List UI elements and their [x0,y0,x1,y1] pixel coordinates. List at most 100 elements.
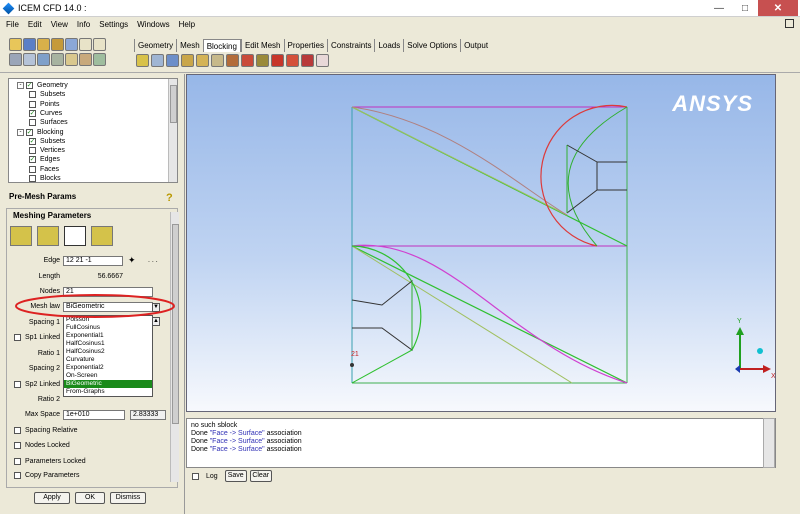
scale-sizes-icon[interactable] [37,226,59,246]
tree-checkbox[interactable] [29,91,36,99]
delete-block-icon[interactable] [316,54,329,67]
tab-solve-options[interactable]: Solve Options [403,39,460,52]
tab-output[interactable]: Output [460,39,491,52]
mesh-law-option[interactable]: Poisson [64,316,152,324]
log-checkbox[interactable] [192,472,199,480]
mesh-law-option[interactable]: Curvature [64,356,152,364]
mesh-law-option[interactable]: Exponential1 [64,332,152,340]
tree-item[interactable]: Subsets [29,90,65,99]
mesh-law-combo[interactable]: BiGeometric [63,302,153,312]
tree-item[interactable]: ✓ Curves [29,109,62,118]
mesh-law-option[interactable]: From-Graphs [64,388,152,396]
merge-vertices-icon[interactable] [166,54,179,67]
menu-edit[interactable]: Edit [28,20,42,29]
tree-item[interactable]: Vertices [29,146,65,155]
mesh-law-option[interactable]: HalfCosinus2 [64,348,152,356]
clear-log-button[interactable]: Clear [249,470,272,482]
mesh-law-option[interactable]: Exponential2 [64,364,152,372]
transform-blocks-icon[interactable] [226,54,239,67]
close-icon[interactable]: ✕ [758,0,798,16]
parameters-locked-checkbox[interactable]: Parameters Locked [14,458,86,465]
fit-window-icon[interactable] [9,53,22,66]
open-geometry-icon[interactable] [37,38,50,51]
sp2-linked-checkbox[interactable]: Sp2 Linked [14,381,60,388]
tab-geometry[interactable]: Geometry [134,39,176,52]
tree-expander-icon[interactable]: - [17,128,24,136]
mesh-law-option[interactable]: FullCosinus [64,324,152,332]
tab-edit-mesh[interactable]: Edit Mesh [240,39,284,52]
split-block-icon[interactable] [151,54,164,67]
tab-mesh[interactable]: Mesh [176,39,203,52]
tab-loads[interactable]: Loads [374,39,403,52]
create-block-icon[interactable] [136,54,149,67]
maximize-icon[interactable]: □ [732,0,758,16]
tree-item[interactable]: ✓ Edges [29,155,60,164]
tree-checkbox[interactable] [29,165,36,173]
save-log-button[interactable]: Save [224,470,247,482]
tree-checkbox[interactable]: ✓ [26,82,33,89]
mesh-law-option[interactable]: BiGeometric [64,380,152,388]
dismiss-button[interactable]: Dismiss [110,492,146,504]
mesh-law-option[interactable]: On-Screen [64,372,152,380]
tree-item[interactable]: Blocks [29,174,61,182]
tree-item[interactable]: Faces [29,165,59,174]
tree-checkbox[interactable] [29,100,36,108]
undo-icon[interactable] [79,38,92,51]
sp1-linked-checkbox[interactable]: Sp1 Linked [14,334,60,341]
tree-checkbox[interactable] [29,147,36,155]
tree-checkbox[interactable] [29,175,36,182]
zoom-icon[interactable] [23,53,36,66]
tree-item[interactable]: ✓ Subsets [29,137,65,146]
scrollbar-thumb[interactable] [172,224,179,424]
display-options-icon[interactable] [79,53,92,66]
params-scrollbar[interactable] [170,212,179,482]
menu-info[interactable]: Info [77,20,90,29]
pre-mesh-smooth-icon[interactable] [286,54,299,67]
chevron-down-icon[interactable]: ▼ [152,303,160,312]
update-all-icon[interactable] [10,226,32,246]
edit-edge-icon[interactable] [241,54,254,67]
solid-icon[interactable] [65,53,78,66]
select-icon[interactable] [93,53,106,66]
scrollbar-thumb[interactable] [170,85,177,123]
tree-item[interactable]: - ✓ Geometry [17,81,68,90]
nodes-locked-checkbox[interactable]: Nodes Locked [14,442,70,449]
restore-window-icon[interactable] [785,19,794,28]
tree-item[interactable]: Points [29,100,59,109]
tree-scrollbar[interactable] [168,79,177,182]
tree-checkbox[interactable] [29,119,36,127]
tree-checkbox[interactable]: ✓ [26,128,33,136]
menu-view[interactable]: View [51,20,68,29]
tree-item[interactable]: Surfaces [29,118,68,127]
vertex-marker[interactable] [350,363,354,367]
save-icon[interactable] [23,38,36,51]
tree-item[interactable]: - ✓ Blocking [17,128,63,137]
tree-checkbox[interactable]: ✓ [29,156,36,164]
edge-field[interactable]: 12 21 -1 [63,256,123,266]
block-checks-icon[interactable] [301,54,314,67]
mesh-law-dropdown-list[interactable]: Poisson FullCosinus Exponential1 HalfCosinu… [63,315,153,397]
edge-params-icon[interactable] [64,226,86,246]
spacing-relative-checkbox[interactable]: Spacing Relative [14,427,78,434]
pre-mesh-params-icon[interactable] [256,54,269,67]
apply-button[interactable]: Apply [34,492,70,504]
open-folder-icon[interactable] [9,38,22,51]
minimize-icon[interactable]: — [706,0,732,16]
redo-icon[interactable] [93,38,106,51]
nodes-field[interactable]: 21 [63,287,153,297]
save-geometry-icon[interactable] [51,38,64,51]
tree-checkbox[interactable]: ✓ [29,137,36,145]
match-edges-icon[interactable] [91,226,113,246]
measure-icon[interactable] [37,53,50,66]
mesh-law-option[interactable]: HalfCosinus1 [64,340,152,348]
dropdown-scroll-up-icon[interactable]: ▲ [152,317,160,326]
tree-expander-icon[interactable]: - [17,82,24,89]
tree-checkbox[interactable]: ✓ [29,109,36,117]
menu-settings[interactable]: Settings [99,20,128,29]
graphics-viewport[interactable]: ANSYS 21 Y X [186,74,776,412]
select-edge-icon[interactable]: ✦ [128,255,136,266]
tab-properties[interactable]: Properties [283,39,327,52]
max-space-field[interactable]: 1e+010 [63,410,125,420]
wireframe-icon[interactable] [51,53,64,66]
ok-button[interactable]: OK [75,492,105,504]
